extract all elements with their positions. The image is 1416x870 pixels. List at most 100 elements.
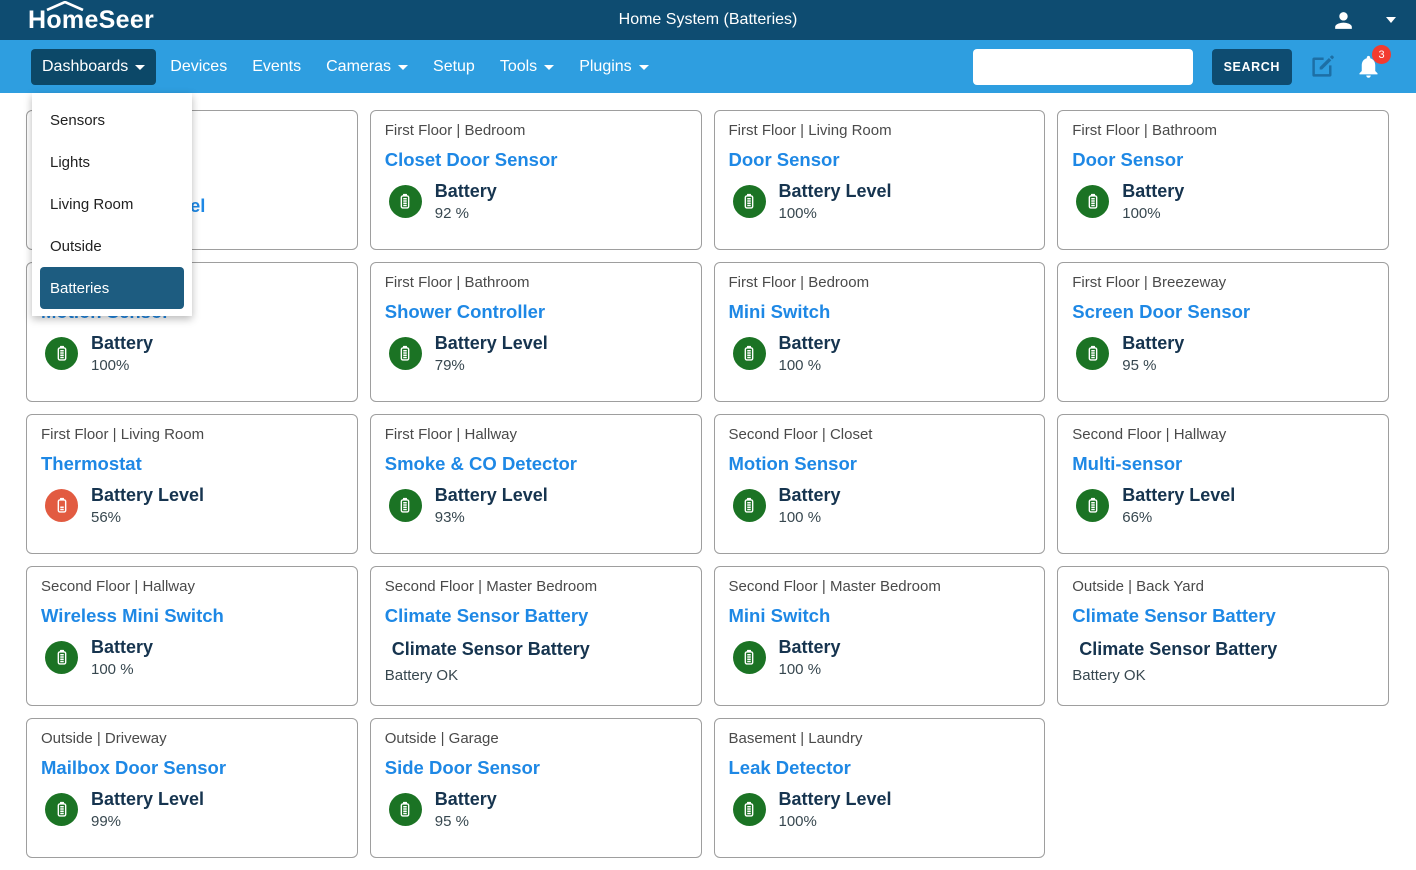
dropdown-item-outside[interactable]: Outside [32,225,192,267]
device-name[interactable]: Shower Controller [385,301,687,325]
device-location: Second Floor | Hallway [41,578,343,598]
dropdown-item-living-room[interactable]: Living Room [32,183,192,225]
battery-icon [389,337,422,370]
battery-value: 79% [435,357,548,374]
battery-label: Battery Level [435,333,548,354]
card-grid: el First Floor | Bedroom Closet Door Sen… [26,110,1389,858]
device-location: First Floor | Bedroom [729,274,1031,294]
device-status: Battery 100 % [41,637,343,678]
nav-item-setup[interactable]: Setup [422,49,486,85]
device-name[interactable]: Door Sensor [1072,149,1374,173]
device-name[interactable]: Multi-sensor [1072,453,1374,477]
nav-item-devices[interactable]: Devices [159,49,238,85]
device-status: Battery 100 % [729,333,1031,374]
battery-icon [45,337,78,370]
nav-item-label: Dashboards [42,58,128,76]
nav-item-events[interactable]: Events [241,49,312,85]
device-card: First Floor | Bedroom Mini Switch Batter… [714,262,1046,402]
battery-icon [733,641,766,674]
status-text: Battery 100 % [91,637,153,678]
device-location: Outside | Driveway [41,730,343,750]
battery-icon [733,337,766,370]
navbar: Dashboards Devices Events Cameras Setup Tools… [0,40,1416,93]
chevron-down-icon [639,65,649,70]
user-account-button[interactable] [1331,8,1356,33]
battery-label: Climate Sensor Battery [392,639,687,660]
dropdown-item-lights[interactable]: Lights [32,141,192,183]
device-name[interactable]: Leak Detector [729,757,1031,781]
dropdown-item-sensors[interactable]: Sensors [32,99,192,141]
device-status: Battery 100 % [729,637,1031,678]
search-button[interactable]: SEARCH [1212,49,1292,85]
device-location: First Floor | Breezeway [1072,274,1374,294]
battery-value: 99% [91,813,204,830]
device-status: Battery Level 99% [41,789,343,830]
battery-icon [45,641,78,674]
occluded-name-fragment: el [190,195,205,217]
device-location: Outside | Back Yard [1072,578,1374,598]
device-card: First Floor | Bedroom Closet Door Sensor… [370,110,702,250]
device-name[interactable]: Screen Door Sensor [1072,301,1374,325]
battery-icon [389,489,422,522]
battery-value: Battery OK [1072,667,1374,684]
nav-item-label: Plugins [579,58,631,76]
status-text: Battery 95 % [435,789,497,830]
device-name[interactable]: Climate Sensor Battery [1072,605,1374,629]
device-status: Battery Level 66% [1072,485,1374,526]
device-name[interactable]: Thermostat [41,453,343,477]
device-name[interactable]: Climate Sensor Battery [385,605,687,629]
homeseer-logo[interactable]: HomeSeer [28,0,154,40]
device-name[interactable]: Closet Door Sensor [385,149,687,173]
device-location: Second Floor | Closet [729,426,1031,446]
dropdown-item-batteries[interactable]: Batteries [40,267,184,309]
device-card: Second Floor | Hallway Wireless Mini Swi… [26,566,358,706]
device-name[interactable]: Mini Switch [729,301,1031,325]
search-input[interactable] [973,49,1193,85]
device-status: Battery Level 100% [729,181,1031,222]
chevron-down-icon [135,65,145,70]
nav-item-label: Events [252,58,301,76]
device-card: Second Floor | Closet Motion Sensor Batt… [714,414,1046,554]
page-title: Home System (Batteries) [619,11,798,29]
nav-item-label: Devices [170,58,227,76]
nav-item-dashboards[interactable]: Dashboards [31,49,156,85]
edit-icon[interactable] [1309,53,1336,80]
status-text: Battery Level 100% [779,789,892,830]
battery-label: Battery Level [779,181,892,202]
battery-label: Battery [779,333,841,354]
status-text: Battery Level 99% [91,789,204,830]
device-location: First Floor | Bathroom [1072,122,1374,142]
status-text: Climate Sensor Battery Battery OK [1072,639,1374,684]
status-text: Battery 100 % [779,637,841,678]
device-name[interactable]: Mini Switch [729,605,1031,629]
device-status: Battery 100% [41,333,343,374]
status-text: Battery 100 % [779,485,841,526]
battery-label: Battery [779,637,841,658]
chevron-down-icon[interactable] [1386,17,1396,23]
nav-item-cameras[interactable]: Cameras [315,49,419,85]
chevron-down-icon [398,65,408,70]
battery-label: Battery [91,333,153,354]
nav-item-tools[interactable]: Tools [489,49,565,85]
battery-value: 100 % [779,661,841,678]
device-status: Battery 95 % [1072,333,1374,374]
nav-item-label: Setup [433,58,475,76]
device-location: First Floor | Bathroom [385,274,687,294]
device-name[interactable]: Motion Sensor [729,453,1031,477]
battery-label: Battery Level [91,789,204,810]
nav-item-plugins[interactable]: Plugins [568,49,659,85]
device-name[interactable]: Side Door Sensor [385,757,687,781]
battery-value: Battery OK [385,667,687,684]
device-name[interactable]: Wireless Mini Switch [41,605,343,629]
device-location: Basement | Laundry [729,730,1031,750]
device-status: Battery Level 56% [41,485,343,526]
nav-item-label: Tools [500,58,537,76]
device-name[interactable]: Door Sensor [729,149,1031,173]
battery-icon [733,185,766,218]
notifications-button[interactable]: 3 [1355,53,1390,80]
device-name[interactable]: Smoke & CO Detector [385,453,687,477]
device-name[interactable]: Mailbox Door Sensor [41,757,343,781]
status-text: Battery 92 % [435,181,497,222]
device-card: First Floor | Bathroom Shower Controller… [370,262,702,402]
battery-label: Battery [435,789,497,810]
